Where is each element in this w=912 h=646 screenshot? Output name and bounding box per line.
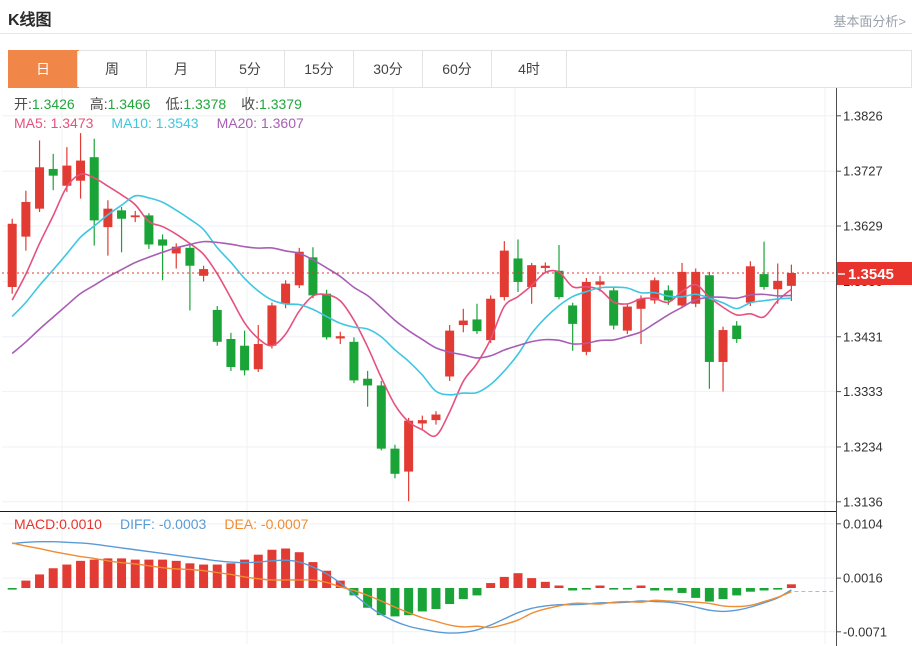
axis-tick-label: 1.3629 xyxy=(843,219,883,234)
diff-value: DIFF: -0.0003 xyxy=(120,516,206,532)
axis-tick-label: 1.3431 xyxy=(843,329,883,344)
macd-value: MACD:0.0010 xyxy=(14,516,102,532)
chart-plot-area[interactable] xyxy=(0,88,836,646)
axis-tick-label: 1.3826 xyxy=(843,108,883,123)
axis-tick-label: 0.0104 xyxy=(843,516,883,531)
ohlc-info-bar: 开:1.3426 高:1.3466 低:1.3378 收:1.3379 xyxy=(14,94,302,114)
ohlc-low: 低:1.3378 xyxy=(165,94,226,114)
ma20-value: MA20: 1.3607 xyxy=(217,115,304,131)
ma10-value: MA10: 1.3543 xyxy=(111,115,198,131)
axis-tick-label: 1.3333 xyxy=(843,384,883,399)
ohlc-open: 开:1.3426 xyxy=(14,94,75,114)
dea-value: DEA: -0.0007 xyxy=(224,516,308,532)
axis-tick-label: 1.3136 xyxy=(843,494,883,509)
current-price-label: 1.3545 xyxy=(848,266,894,283)
ohlc-high: 高:1.3466 xyxy=(90,94,151,114)
ma-info-bar: MA5: 1.3473 MA10: 1.3543 MA20: 1.3607 xyxy=(14,115,304,131)
axis-tick-label: 1.3727 xyxy=(843,164,883,179)
axis-tick-label: 0.0016 xyxy=(843,571,883,586)
macd-info-bar: MACD:0.0010 DIFF: -0.0003 DEA: -0.0007 xyxy=(14,516,308,532)
ohlc-close: 收:1.3379 xyxy=(241,94,302,114)
axis-tick-label: 1.3234 xyxy=(843,439,883,454)
axis-tick-label: -0.0071 xyxy=(843,624,887,639)
ma5-value: MA5: 1.3473 xyxy=(14,115,93,131)
